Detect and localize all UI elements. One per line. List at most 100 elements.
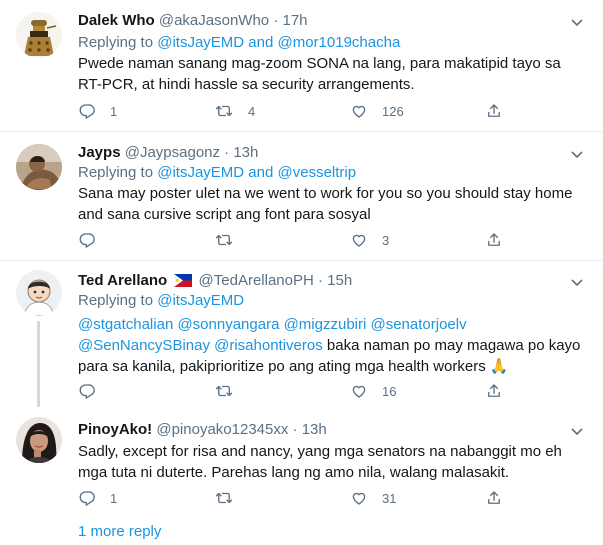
replying-to-prefix: Replying to	[78, 292, 154, 309]
share-button[interactable]	[485, 488, 503, 508]
handle[interactable]: @TedArellanoPH	[199, 272, 314, 289]
timestamp[interactable]: 13h	[302, 421, 327, 438]
like-button[interactable]: 126	[350, 101, 404, 121]
separator: ·	[318, 272, 323, 289]
replying-to: Replying to @itsJayEMD and @vesseltrip	[78, 163, 356, 183]
retweet-button[interactable]	[214, 230, 248, 250]
reply-icon	[79, 491, 95, 506]
separator: ·	[224, 144, 230, 161]
folded-hands-emoji: 🙏	[489, 358, 509, 375]
heart-icon	[352, 385, 366, 398]
replying-to: Replying to @itsJayEMD	[78, 291, 244, 311]
tweet-actions: 1 31	[78, 488, 578, 508]
tweet-text: Sana may poster ulet na we went to work …	[78, 185, 573, 223]
tweet-header: Ted Arellano @TedArellanoPH · 15h	[78, 271, 352, 291]
mention-links[interactable]: @stgatchalian @sonnyangara @migzzubiri @…	[78, 316, 467, 333]
retweet-count: 4	[248, 103, 256, 119]
tweet-2[interactable]: Jayps @Jaypsagonz · 13h Replying to @its…	[0, 132, 603, 260]
mention-link[interactable]: @itsJayEMD	[157, 34, 244, 51]
retweet-icon	[215, 385, 233, 397]
avatar[interactable]	[16, 417, 62, 463]
like-button[interactable]: 31	[350, 488, 396, 508]
tweet-text: Sadly, except for risa and nancy, yang m…	[78, 443, 562, 481]
display-name[interactable]: PinoyAko!	[78, 421, 152, 438]
reply-count: 1	[110, 103, 118, 119]
tweet-header: Jayps @Jaypsagonz · 13h	[78, 143, 258, 163]
text-fragment: baka naman po may magawa po kayo	[322, 337, 581, 354]
retweet-icon	[215, 234, 233, 246]
tweet-3[interactable]: Ted Arellano @TedArellanoPH · 15h Replyi…	[0, 261, 603, 407]
tweet-1[interactable]: Dalek Who @akaJasonWho · 17h Replying to…	[0, 0, 603, 130]
reply-icon	[79, 104, 95, 119]
like-count: 126	[382, 103, 404, 119]
tweet-actions: 16	[78, 381, 578, 401]
tweet-actions: 3	[78, 230, 578, 250]
share-icon	[488, 233, 500, 246]
tweet-header: Dalek Who @akaJasonWho · 17h	[78, 11, 308, 31]
mention-link[interactable]: @itsJayEMD	[157, 164, 244, 181]
avatar[interactable]	[16, 270, 62, 316]
tweet-actions: 1 4 126	[78, 101, 578, 121]
display-name[interactable]: Ted Arellano	[78, 272, 167, 289]
timestamp[interactable]: 15h	[327, 272, 352, 289]
mention-links[interactable]: @SenNancySBinay @risahontiveros	[78, 337, 323, 354]
avatar[interactable]	[16, 12, 62, 58]
reply-button[interactable]	[78, 230, 110, 250]
reply-icon	[79, 384, 95, 399]
share-button[interactable]	[485, 381, 503, 401]
mention-link[interactable]: @vesseltrip	[278, 164, 357, 181]
philippines-flag-icon	[174, 274, 193, 287]
like-count: 3	[382, 232, 390, 248]
handle[interactable]: @pinoyako12345xx	[156, 421, 288, 438]
retweet-button[interactable]: 4	[214, 101, 255, 121]
handle[interactable]: @Jaypsagonz	[125, 144, 220, 161]
like-count: 31	[382, 490, 397, 506]
chevron-down-icon[interactable]	[569, 423, 585, 439]
replying-to-joiner: and	[248, 164, 274, 181]
separator: ·	[273, 12, 279, 29]
replying-to-prefix: Replying to	[78, 34, 154, 51]
text-line: para sa kanila, pakiprioritize po ang at…	[78, 356, 593, 377]
reply-count: 1	[110, 490, 118, 506]
reply-icon	[79, 233, 95, 248]
text-line: @SenNancySBinay @risahontiveros baka nam…	[78, 335, 593, 356]
mention-link[interactable]: @mor1019chacha	[278, 34, 401, 51]
chevron-down-icon[interactable]	[569, 274, 585, 290]
share-button[interactable]	[485, 101, 503, 121]
timestamp[interactable]: 13h	[233, 144, 258, 161]
replying-to: Replying to @itsJayEMD and @mor1019chach…	[78, 33, 400, 53]
tweet-text: @stgatchalian @sonnyangara @migzzubiri @…	[78, 314, 593, 377]
share-icon	[488, 491, 500, 504]
text-fragment: para sa kanila, pakiprioritize po ang at…	[78, 358, 486, 375]
like-button[interactable]: 3	[350, 230, 389, 250]
tweet-4[interactable]: PinoyAko! @pinoyako12345xx · 13h Sadly, …	[0, 406, 603, 510]
reply-button[interactable]	[78, 381, 110, 401]
mention-link[interactable]: @itsJayEMD	[157, 292, 244, 309]
share-icon	[488, 104, 500, 117]
reply-button[interactable]: 1	[78, 101, 117, 121]
retweet-icon	[215, 105, 233, 117]
share-icon	[488, 384, 500, 397]
more-replies-link[interactable]: 1 more reply	[78, 523, 161, 540]
timestamp[interactable]: 17h	[282, 12, 307, 29]
like-button[interactable]: 16	[350, 381, 396, 401]
retweet-button[interactable]	[214, 488, 248, 508]
display-name[interactable]: Dalek Who	[78, 12, 155, 29]
heart-icon	[352, 105, 366, 118]
like-count: 16	[382, 383, 397, 399]
chevron-down-icon[interactable]	[569, 14, 585, 30]
tweet-header: PinoyAko! @pinoyako12345xx · 13h	[78, 420, 327, 440]
heart-icon	[352, 492, 366, 505]
display-name[interactable]: Jayps	[78, 144, 121, 161]
thread-line	[37, 321, 40, 407]
avatar[interactable]	[16, 144, 62, 190]
replying-to-prefix: Replying to	[78, 164, 154, 181]
separator: ·	[292, 421, 298, 438]
share-button[interactable]	[485, 230, 503, 250]
reply-button[interactable]: 1	[78, 488, 117, 508]
chevron-down-icon[interactable]	[569, 146, 585, 162]
retweet-button[interactable]	[214, 381, 248, 401]
handle[interactable]: @akaJasonWho	[159, 12, 269, 29]
replying-to-joiner: and	[248, 34, 274, 51]
tweet-text: Pwede naman sanang mag-zoom SONA na lang…	[78, 55, 561, 93]
